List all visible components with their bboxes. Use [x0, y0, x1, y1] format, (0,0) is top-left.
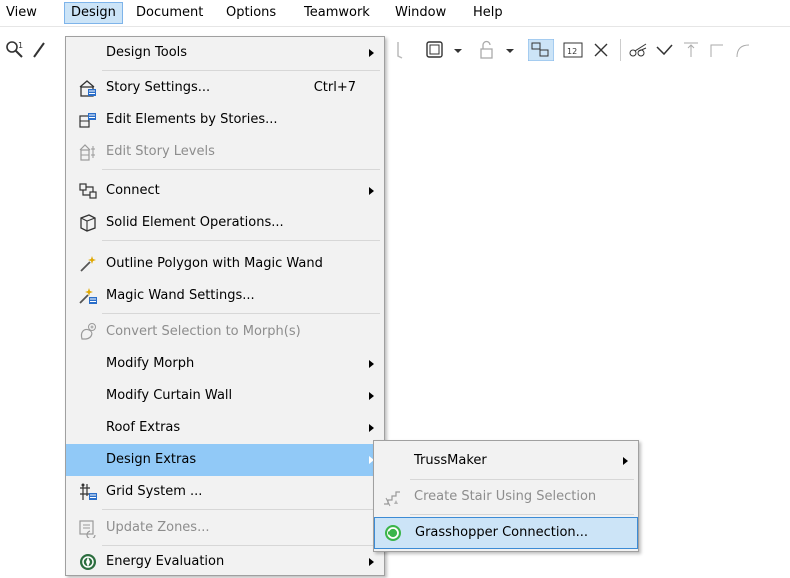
menu-help[interactable]: Help: [467, 3, 509, 23]
menu-item-energy-evaluation[interactable]: Energy Evaluation: [66, 546, 384, 578]
update-zones-icon: [79, 520, 96, 538]
menu-item-label: Update Zones...: [106, 520, 210, 535]
menu-item-label: Edit Story Levels: [106, 144, 215, 159]
submenu-item-create-stair[interactable]: Create Stair Using Selection: [374, 481, 638, 513]
submenu-arrow-icon: [369, 392, 374, 400]
menu-item-modify-morph[interactable]: Modify Morph: [66, 348, 384, 380]
scissors-icon[interactable]: [628, 39, 650, 61]
menu-item-design-extras[interactable]: Design Extras: [66, 444, 384, 476]
menu-item-modify-curtain-wall[interactable]: Modify Curtain Wall: [66, 380, 384, 412]
submenu-arrow-icon: [369, 187, 374, 195]
menu-item-label: Roof Extras: [106, 420, 181, 435]
menu-item-magic-wand-settings[interactable]: Magic Wand Settings...: [66, 280, 384, 312]
grasshopper-icon: [385, 525, 401, 541]
corner-icon[interactable]: [706, 39, 728, 61]
submenu-arrow-icon: [369, 360, 374, 368]
menu-item-label: Solid Element Operations...: [106, 215, 284, 230]
menu-item-solid-element-operations[interactable]: Solid Element Operations...: [66, 207, 384, 239]
submenu-arrow-icon: [369, 49, 374, 57]
menu-separator: [102, 240, 380, 241]
menu-item-label: Edit Elements by Stories...: [106, 112, 278, 127]
menu-separator: [410, 479, 634, 480]
menu-item-edit-elements-by-stories[interactable]: Edit Elements by Stories...: [66, 104, 384, 136]
cross-icon[interactable]: [590, 39, 612, 61]
menu-item-label: Magic Wand Settings...: [106, 288, 255, 303]
find-select-icon[interactable]: 1: [4, 39, 26, 61]
menu-teamwork[interactable]: Teamwork: [298, 3, 376, 23]
menu-item-connect[interactable]: Connect: [66, 175, 384, 207]
dimension-icon[interactable]: 12: [562, 39, 584, 61]
menu-item-story-settings[interactable]: Story Settings... Ctrl+7: [66, 72, 384, 104]
menu-item-update-zones[interactable]: Update Zones...: [66, 512, 384, 544]
menu-item-label: Design Tools: [106, 45, 188, 60]
morph-icon: [80, 323, 96, 340]
layer-box-icon[interactable]: [424, 39, 446, 61]
menu-item-label: Convert Selection to Morph(s): [106, 324, 301, 339]
toolbar-divider: [620, 39, 621, 61]
connect-icon: [79, 183, 97, 199]
submenu-arrow-icon: [369, 558, 374, 566]
elevate-icon[interactable]: [680, 39, 702, 61]
submenu-arrow-icon: [369, 424, 374, 432]
submenu-item-trussmaker[interactable]: TrussMaker: [374, 445, 638, 477]
menu-item-label: Story Settings...: [106, 80, 211, 95]
gravity-icon[interactable]: [390, 39, 412, 61]
energy-icon: [80, 554, 96, 570]
menu-separator: [102, 70, 380, 71]
design-extras-submenu: TrussMaker Create Stair Using Selection …: [373, 440, 639, 552]
magic-wand-settings-icon: [79, 288, 97, 304]
grid-system-icon: [80, 483, 97, 500]
submenu-item-label: TrussMaker: [414, 453, 487, 468]
menu-item-design-tools[interactable]: Design Tools: [66, 37, 384, 69]
submenu-item-grasshopper-connection[interactable]: Grasshopper Connection...: [374, 517, 638, 549]
menu-item-label: Design Extras: [106, 452, 197, 467]
solid-operations-icon: [80, 214, 96, 232]
menu-item-label: Connect: [106, 183, 160, 198]
suspend-groups-icon[interactable]: [528, 39, 554, 61]
menu-item-grid-system[interactable]: Grid System ...: [66, 476, 384, 508]
design-menu: Design Tools Story Settings... Ctrl+7 Ed…: [65, 36, 385, 576]
menu-options[interactable]: Options: [220, 3, 282, 23]
story-levels-icon: [79, 144, 95, 161]
menu-item-outline-polygon-magic-wand[interactable]: Outline Polygon with Magic Wand: [66, 248, 384, 280]
stair-icon: [384, 491, 400, 507]
submenu-item-label: Create Stair Using Selection: [414, 489, 597, 504]
menu-item-roof-extras[interactable]: Roof Extras: [66, 412, 384, 444]
menu-window[interactable]: Window: [389, 3, 452, 23]
menu-separator: [102, 313, 380, 314]
svg-text:1: 1: [18, 41, 23, 50]
story-settings-icon: [79, 80, 96, 97]
pen-tool-icon[interactable]: [32, 39, 46, 61]
shortcut-label: Ctrl+7: [313, 80, 356, 95]
menu-document[interactable]: Document: [130, 3, 209, 23]
menu-separator: [102, 509, 380, 510]
magic-wand-tool-icon[interactable]: [654, 39, 676, 61]
submenu-arrow-icon: [623, 457, 628, 465]
menu-design[interactable]: Design: [64, 2, 123, 24]
menu-item-edit-story-levels[interactable]: Edit Story Levels: [66, 136, 384, 168]
menu-item-label: Modify Morph: [106, 356, 195, 371]
menu-item-label: Modify Curtain Wall: [106, 388, 233, 403]
dropdown-arrow-icon[interactable]: [504, 39, 516, 61]
menu-separator: [102, 169, 380, 170]
svg-text:12: 12: [567, 47, 577, 56]
menu-item-label: Outline Polygon with Magic Wand: [106, 256, 323, 271]
menu-item-label: Energy Evaluation: [106, 554, 225, 569]
submenu-item-label: Grasshopper Connection...: [415, 525, 589, 540]
magic-wand-icon: [80, 256, 96, 272]
lock-icon[interactable]: [476, 39, 498, 61]
menu-item-convert-selection-to-morph[interactable]: Convert Selection to Morph(s): [66, 316, 384, 348]
menu-bar: View Design Document Options Teamwork Wi…: [0, 0, 790, 27]
menu-item-label: Grid System ...: [106, 484, 203, 499]
curve-icon[interactable]: [732, 39, 754, 61]
menu-view[interactable]: View: [0, 3, 43, 23]
menu-separator: [410, 514, 634, 515]
edit-by-stories-icon: [79, 113, 96, 128]
dropdown-arrow-icon[interactable]: [452, 39, 464, 61]
